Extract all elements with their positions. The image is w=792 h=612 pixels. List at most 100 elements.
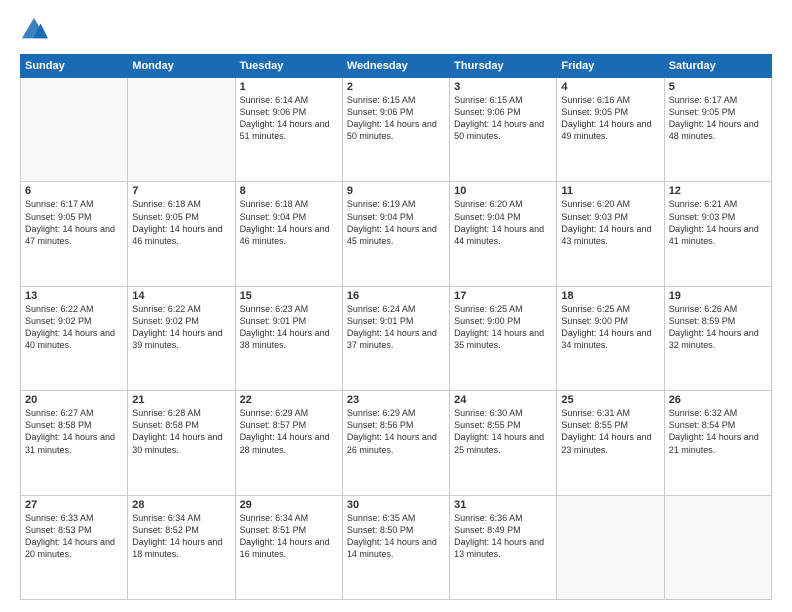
cell-info: Sunrise: 6:31 AM Sunset: 8:55 PM Dayligh… — [561, 407, 659, 456]
cell-info: Sunrise: 6:34 AM Sunset: 8:51 PM Dayligh… — [240, 512, 338, 561]
weekday-header-monday: Monday — [128, 55, 235, 78]
cell-info: Sunrise: 6:15 AM Sunset: 9:06 PM Dayligh… — [454, 94, 552, 143]
cell-info: Sunrise: 6:19 AM Sunset: 9:04 PM Dayligh… — [347, 198, 445, 247]
cell-info: Sunrise: 6:18 AM Sunset: 9:04 PM Dayligh… — [240, 198, 338, 247]
weekday-header-thursday: Thursday — [450, 55, 557, 78]
calendar-cell: 19Sunrise: 6:26 AM Sunset: 8:59 PM Dayli… — [664, 286, 771, 390]
calendar-cell: 26Sunrise: 6:32 AM Sunset: 8:54 PM Dayli… — [664, 391, 771, 495]
calendar-cell: 21Sunrise: 6:28 AM Sunset: 8:58 PM Dayli… — [128, 391, 235, 495]
calendar-cell: 8Sunrise: 6:18 AM Sunset: 9:04 PM Daylig… — [235, 182, 342, 286]
weekday-header-saturday: Saturday — [664, 55, 771, 78]
day-number: 6 — [25, 185, 123, 197]
day-number: 4 — [561, 81, 659, 93]
calendar-cell: 4Sunrise: 6:16 AM Sunset: 9:05 PM Daylig… — [557, 78, 664, 182]
cell-info: Sunrise: 6:15 AM Sunset: 9:06 PM Dayligh… — [347, 94, 445, 143]
calendar-cell: 12Sunrise: 6:21 AM Sunset: 9:03 PM Dayli… — [664, 182, 771, 286]
cell-info: Sunrise: 6:20 AM Sunset: 9:04 PM Dayligh… — [454, 198, 552, 247]
calendar-cell — [557, 495, 664, 599]
day-number: 29 — [240, 499, 338, 511]
day-number: 24 — [454, 394, 552, 406]
calendar-cell: 3Sunrise: 6:15 AM Sunset: 9:06 PM Daylig… — [450, 78, 557, 182]
calendar-cell: 30Sunrise: 6:35 AM Sunset: 8:50 PM Dayli… — [342, 495, 449, 599]
day-number: 30 — [347, 499, 445, 511]
calendar-cell — [664, 495, 771, 599]
week-row-4: 20Sunrise: 6:27 AM Sunset: 8:58 PM Dayli… — [21, 391, 772, 495]
calendar-cell: 11Sunrise: 6:20 AM Sunset: 9:03 PM Dayli… — [557, 182, 664, 286]
day-number: 31 — [454, 499, 552, 511]
cell-info: Sunrise: 6:29 AM Sunset: 8:57 PM Dayligh… — [240, 407, 338, 456]
calendar-cell: 25Sunrise: 6:31 AM Sunset: 8:55 PM Dayli… — [557, 391, 664, 495]
day-number: 15 — [240, 290, 338, 302]
day-number: 13 — [25, 290, 123, 302]
weekday-header-tuesday: Tuesday — [235, 55, 342, 78]
week-row-1: 1Sunrise: 6:14 AM Sunset: 9:06 PM Daylig… — [21, 78, 772, 182]
day-number: 25 — [561, 394, 659, 406]
page: SundayMondayTuesdayWednesdayThursdayFrid… — [0, 0, 792, 612]
cell-info: Sunrise: 6:18 AM Sunset: 9:05 PM Dayligh… — [132, 198, 230, 247]
cell-info: Sunrise: 6:25 AM Sunset: 9:00 PM Dayligh… — [454, 303, 552, 352]
calendar-cell — [21, 78, 128, 182]
cell-info: Sunrise: 6:33 AM Sunset: 8:53 PM Dayligh… — [25, 512, 123, 561]
calendar-cell: 13Sunrise: 6:22 AM Sunset: 9:02 PM Dayli… — [21, 286, 128, 390]
day-number: 23 — [347, 394, 445, 406]
calendar-cell: 15Sunrise: 6:23 AM Sunset: 9:01 PM Dayli… — [235, 286, 342, 390]
cell-info: Sunrise: 6:35 AM Sunset: 8:50 PM Dayligh… — [347, 512, 445, 561]
cell-info: Sunrise: 6:16 AM Sunset: 9:05 PM Dayligh… — [561, 94, 659, 143]
calendar-cell: 9Sunrise: 6:19 AM Sunset: 9:04 PM Daylig… — [342, 182, 449, 286]
calendar-cell: 2Sunrise: 6:15 AM Sunset: 9:06 PM Daylig… — [342, 78, 449, 182]
cell-info: Sunrise: 6:22 AM Sunset: 9:02 PM Dayligh… — [25, 303, 123, 352]
weekday-header-sunday: Sunday — [21, 55, 128, 78]
calendar-cell: 5Sunrise: 6:17 AM Sunset: 9:05 PM Daylig… — [664, 78, 771, 182]
day-number: 9 — [347, 185, 445, 197]
day-number: 2 — [347, 81, 445, 93]
calendar-cell: 23Sunrise: 6:29 AM Sunset: 8:56 PM Dayli… — [342, 391, 449, 495]
calendar-cell: 6Sunrise: 6:17 AM Sunset: 9:05 PM Daylig… — [21, 182, 128, 286]
logo-icon — [20, 16, 48, 44]
calendar-cell: 14Sunrise: 6:22 AM Sunset: 9:02 PM Dayli… — [128, 286, 235, 390]
header — [20, 16, 772, 44]
day-number: 12 — [669, 185, 767, 197]
day-number: 26 — [669, 394, 767, 406]
weekday-header-row: SundayMondayTuesdayWednesdayThursdayFrid… — [21, 55, 772, 78]
calendar-cell: 10Sunrise: 6:20 AM Sunset: 9:04 PM Dayli… — [450, 182, 557, 286]
calendar-cell — [128, 78, 235, 182]
calendar-cell: 31Sunrise: 6:36 AM Sunset: 8:49 PM Dayli… — [450, 495, 557, 599]
day-number: 1 — [240, 81, 338, 93]
weekday-header-friday: Friday — [557, 55, 664, 78]
calendar-cell: 17Sunrise: 6:25 AM Sunset: 9:00 PM Dayli… — [450, 286, 557, 390]
calendar-cell: 28Sunrise: 6:34 AM Sunset: 8:52 PM Dayli… — [128, 495, 235, 599]
calendar-cell: 1Sunrise: 6:14 AM Sunset: 9:06 PM Daylig… — [235, 78, 342, 182]
cell-info: Sunrise: 6:29 AM Sunset: 8:56 PM Dayligh… — [347, 407, 445, 456]
cell-info: Sunrise: 6:22 AM Sunset: 9:02 PM Dayligh… — [132, 303, 230, 352]
cell-info: Sunrise: 6:34 AM Sunset: 8:52 PM Dayligh… — [132, 512, 230, 561]
calendar-cell: 29Sunrise: 6:34 AM Sunset: 8:51 PM Dayli… — [235, 495, 342, 599]
calendar-cell: 18Sunrise: 6:25 AM Sunset: 9:00 PM Dayli… — [557, 286, 664, 390]
cell-info: Sunrise: 6:17 AM Sunset: 9:05 PM Dayligh… — [25, 198, 123, 247]
cell-info: Sunrise: 6:25 AM Sunset: 9:00 PM Dayligh… — [561, 303, 659, 352]
cell-info: Sunrise: 6:20 AM Sunset: 9:03 PM Dayligh… — [561, 198, 659, 247]
cell-info: Sunrise: 6:27 AM Sunset: 8:58 PM Dayligh… — [25, 407, 123, 456]
cell-info: Sunrise: 6:14 AM Sunset: 9:06 PM Dayligh… — [240, 94, 338, 143]
weekday-header-wednesday: Wednesday — [342, 55, 449, 78]
week-row-3: 13Sunrise: 6:22 AM Sunset: 9:02 PM Dayli… — [21, 286, 772, 390]
calendar-cell: 24Sunrise: 6:30 AM Sunset: 8:55 PM Dayli… — [450, 391, 557, 495]
calendar-cell: 7Sunrise: 6:18 AM Sunset: 9:05 PM Daylig… — [128, 182, 235, 286]
cell-info: Sunrise: 6:26 AM Sunset: 8:59 PM Dayligh… — [669, 303, 767, 352]
day-number: 10 — [454, 185, 552, 197]
day-number: 20 — [25, 394, 123, 406]
day-number: 27 — [25, 499, 123, 511]
calendar-cell: 22Sunrise: 6:29 AM Sunset: 8:57 PM Dayli… — [235, 391, 342, 495]
cell-info: Sunrise: 6:23 AM Sunset: 9:01 PM Dayligh… — [240, 303, 338, 352]
cell-info: Sunrise: 6:24 AM Sunset: 9:01 PM Dayligh… — [347, 303, 445, 352]
day-number: 7 — [132, 185, 230, 197]
logo — [20, 16, 52, 44]
day-number: 8 — [240, 185, 338, 197]
day-number: 22 — [240, 394, 338, 406]
cell-info: Sunrise: 6:28 AM Sunset: 8:58 PM Dayligh… — [132, 407, 230, 456]
cell-info: Sunrise: 6:32 AM Sunset: 8:54 PM Dayligh… — [669, 407, 767, 456]
day-number: 3 — [454, 81, 552, 93]
cell-info: Sunrise: 6:21 AM Sunset: 9:03 PM Dayligh… — [669, 198, 767, 247]
calendar-body: 1Sunrise: 6:14 AM Sunset: 9:06 PM Daylig… — [21, 78, 772, 600]
day-number: 18 — [561, 290, 659, 302]
cell-info: Sunrise: 6:30 AM Sunset: 8:55 PM Dayligh… — [454, 407, 552, 456]
